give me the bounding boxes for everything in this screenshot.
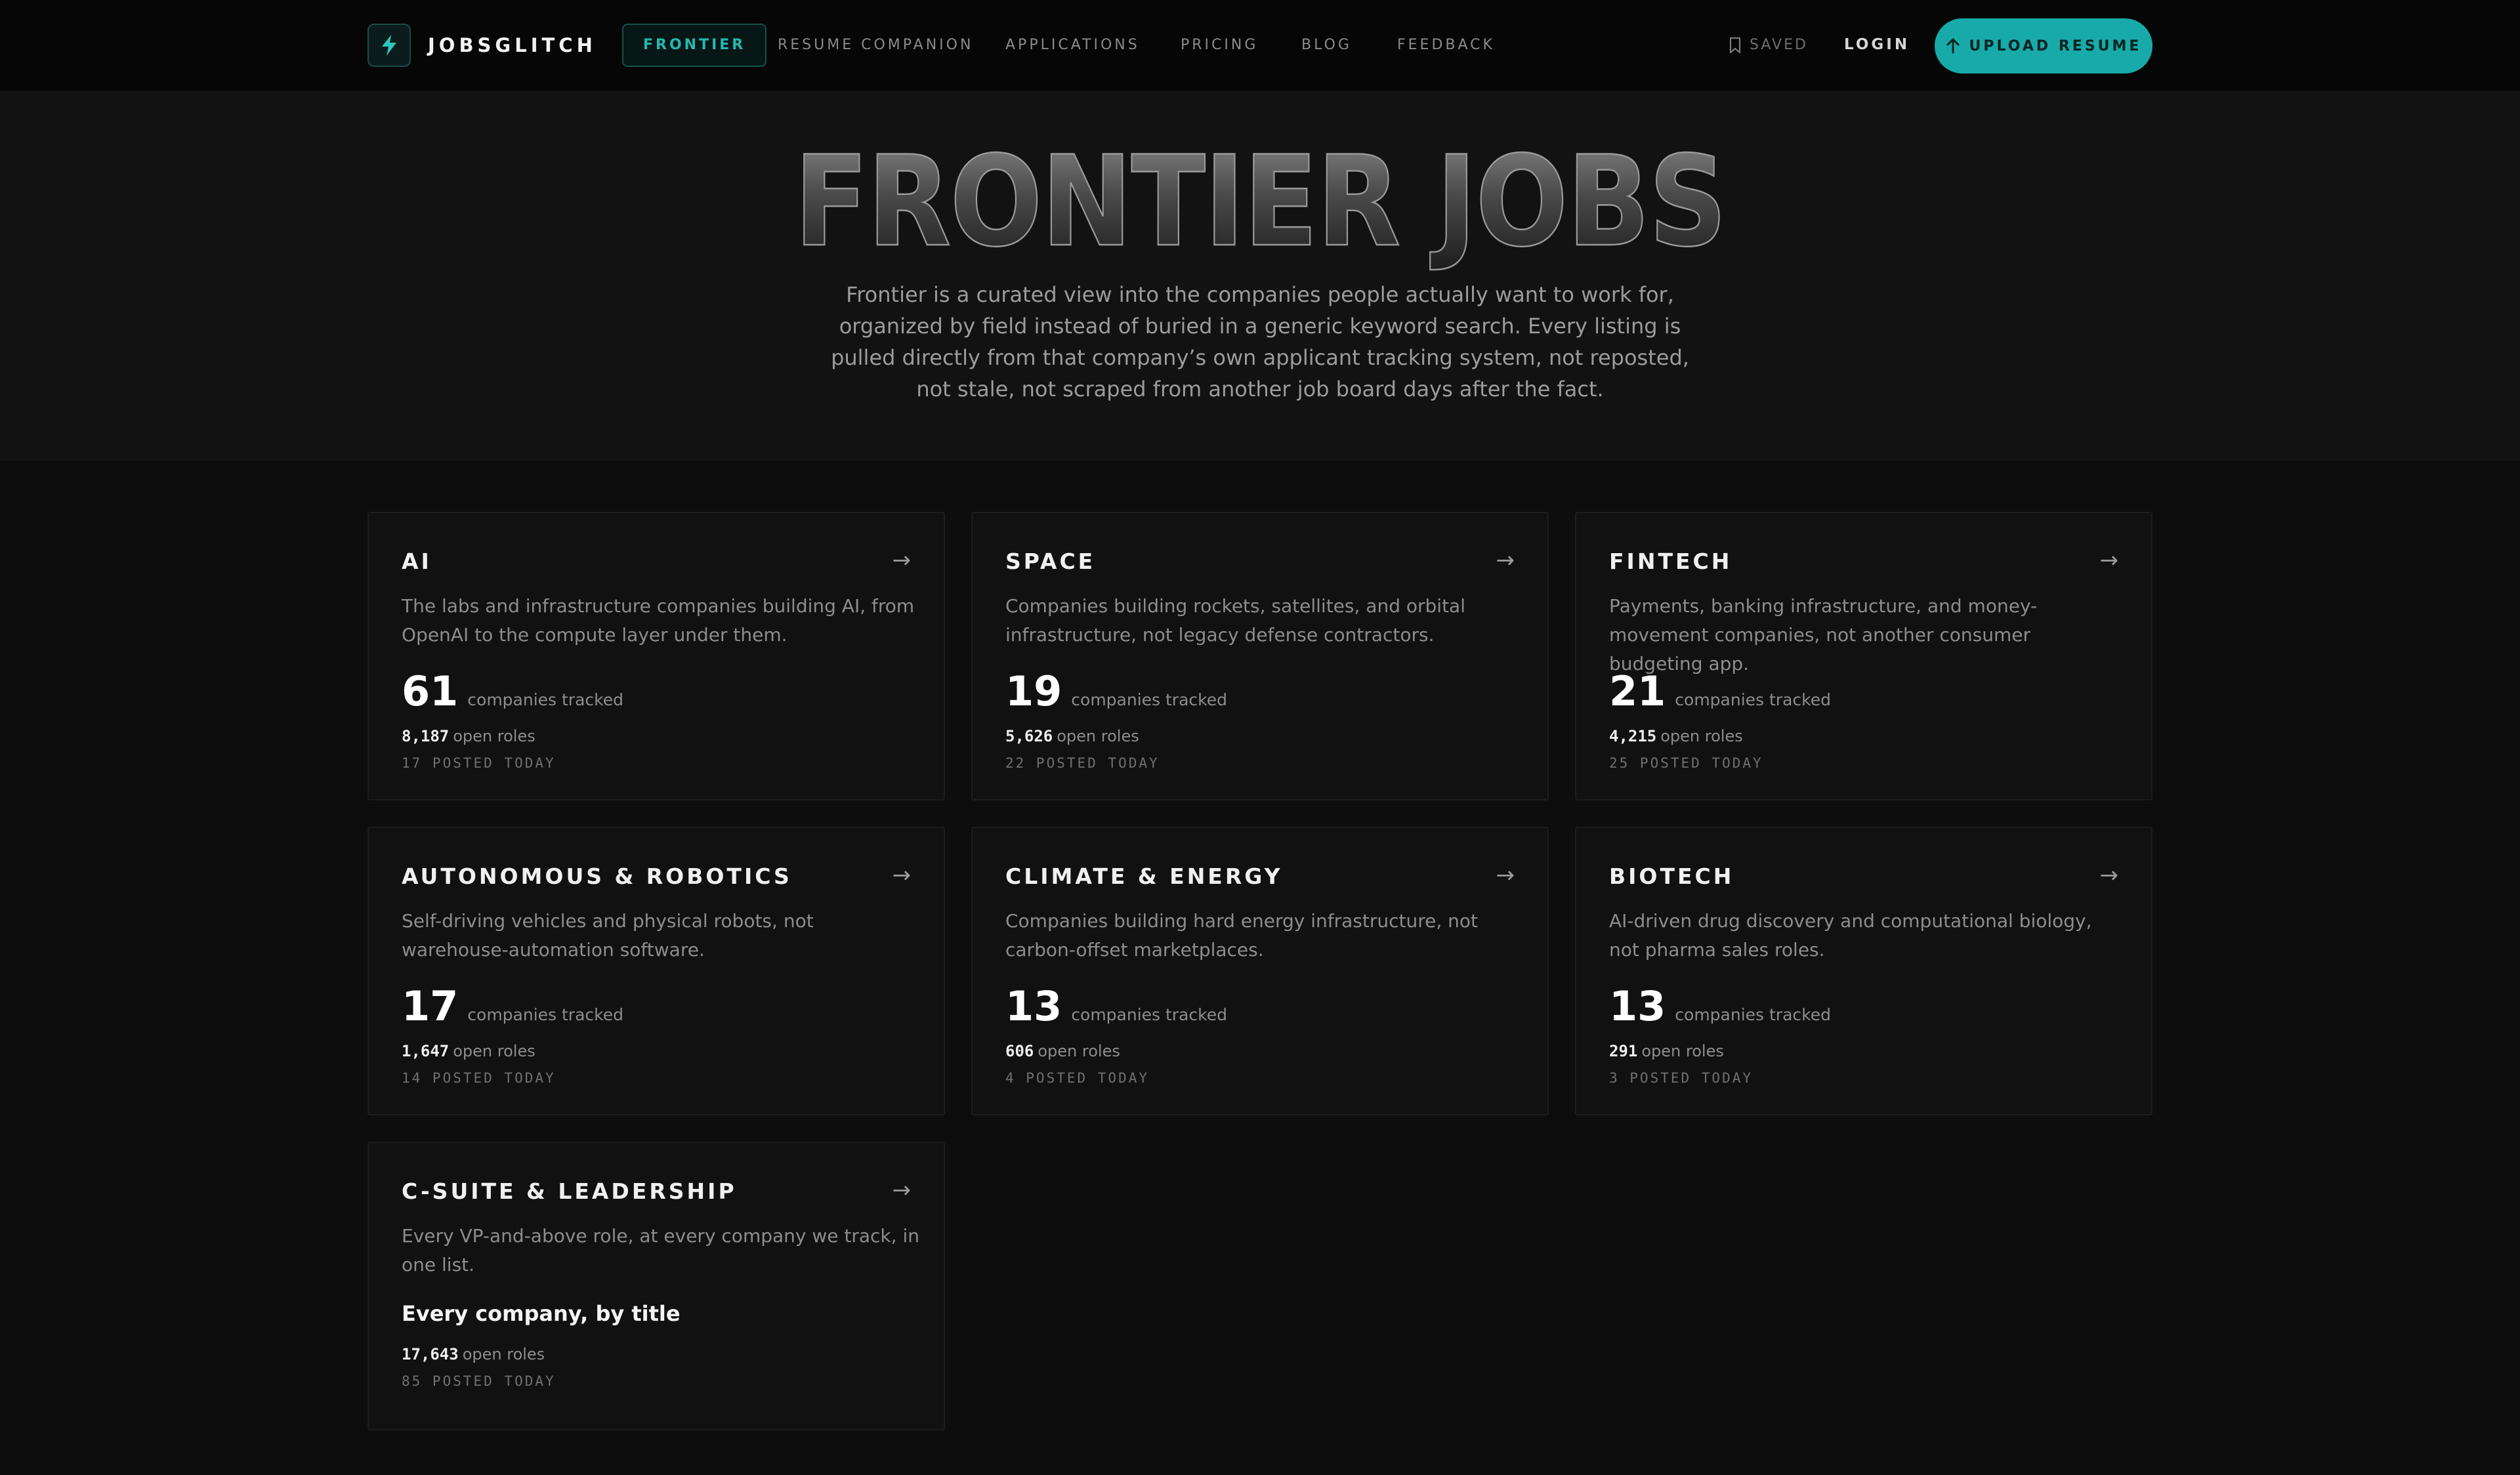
card-roles-stat: 291 open roles — [1609, 1041, 1724, 1062]
login-link[interactable]: LOGIN — [1844, 34, 1910, 55]
companies-label: companies tracked — [1071, 1005, 1227, 1024]
lightning-bolt-icon — [382, 35, 396, 56]
card-description: The labs and infrastructure companies bu… — [402, 595, 915, 646]
open-roles-count: 4,215 — [1609, 727, 1657, 745]
posted-today: 3 POSTED TODAY — [1609, 1070, 1754, 1086]
companies-label: companies tracked — [1675, 1005, 1831, 1024]
open-roles-label: open roles — [462, 1345, 545, 1363]
hero-description: Frontier is a curated view into the comp… — [831, 282, 1689, 402]
posted-today: 22 POSTED TODAY — [1005, 755, 1160, 771]
arrow-right-icon: → — [1496, 547, 1515, 573]
card-description: Companies building hard energy infrastru… — [1005, 910, 1479, 961]
card-roles-stat: 8,187 open roles — [402, 726, 536, 747]
card-description: Payments, banking infrastructure, and mo… — [1609, 595, 2038, 675]
saved-label: SAVED — [1750, 37, 1808, 53]
posted-today: 14 POSTED TODAY — [402, 1070, 556, 1086]
card-title: BIOTECH — [1609, 863, 1734, 889]
card-title: C-SUITE & LEADERSHIP — [402, 1178, 737, 1204]
open-roles-count: 291 — [1609, 1042, 1638, 1060]
card-subtitle: Every company, by title — [402, 1299, 681, 1328]
open-roles-count: 1,647 — [402, 1042, 450, 1060]
category-card-biotech[interactable]: BIOTECH → AI-driven drug discovery and c… — [1575, 827, 2152, 1115]
card-roles-stat: 1,647 open roles — [402, 1041, 536, 1062]
card-title: CLIMATE & ENERGY — [1005, 863, 1283, 889]
card-companies-stat: 19 companies tracked — [1005, 669, 1227, 715]
card-roles-stat: 5,626 open roles — [1005, 726, 1139, 747]
card-roles-stat: 606 open roles — [1005, 1041, 1120, 1062]
card-description: Every VP-and-above role, at every compan… — [402, 1225, 919, 1276]
upload-resume-button[interactable]: UPLOAD RESUME — [1935, 18, 2152, 73]
open-roles-count: 8,187 — [402, 727, 450, 745]
arrow-up-icon — [1946, 38, 1960, 54]
brand-name[interactable]: JOBSGLITCH — [428, 33, 597, 58]
nav-link-pricing[interactable]: PRICING — [1181, 35, 1258, 55]
arrow-right-icon: → — [1496, 862, 1515, 888]
companies-count: 13 — [1609, 982, 1666, 1030]
upload-resume-label: UPLOAD RESUME — [1969, 37, 2142, 54]
card-title: AI — [402, 549, 432, 574]
open-roles-count: 17,643 — [402, 1345, 459, 1363]
companies-label: companies tracked — [467, 690, 623, 709]
category-card-fintech[interactable]: FINTECH → Payments, banking infrastructu… — [1575, 512, 2152, 800]
companies-count: 61 — [402, 667, 459, 715]
card-companies-stat: 21 companies tracked — [1609, 669, 1831, 715]
nav-link-blog[interactable]: BLOG — [1301, 35, 1352, 55]
arrow-right-icon: → — [2099, 547, 2119, 573]
open-roles-count: 606 — [1005, 1042, 1034, 1060]
open-roles-label: open roles — [453, 1042, 536, 1060]
nav-link-feedback[interactable]: FEEDBACK — [1397, 35, 1495, 55]
arrow-right-icon: → — [2099, 862, 2119, 888]
hero-title: FRONTIER JOBS — [793, 129, 1729, 272]
category-card-ai[interactable]: AI → The labs and infrastructure compani… — [368, 512, 945, 800]
posted-today: 85 POSTED TODAY — [402, 1373, 556, 1389]
card-companies-stat: 61 companies tracked — [402, 669, 623, 715]
open-roles-label: open roles — [1660, 727, 1743, 745]
open-roles-label: open roles — [1057, 727, 1139, 745]
nav-link-frontier[interactable]: FRONTIER — [622, 24, 767, 67]
card-description: Self-driving vehicles and physical robot… — [402, 910, 814, 961]
category-card-space[interactable]: SPACE → Companies building rockets, sate… — [971, 512, 1549, 800]
companies-label: companies tracked — [1071, 690, 1227, 709]
top-nav: JOBSGLITCH FRONTIER RESUME COMPANION APP… — [0, 0, 2520, 92]
card-title: FINTECH — [1609, 549, 1732, 574]
open-roles-label: open roles — [1038, 1042, 1120, 1060]
card-title: SPACE — [1005, 549, 1096, 574]
card-companies-stat: 13 companies tracked — [1609, 984, 1831, 1029]
card-companies-stat: 17 companies tracked — [402, 984, 623, 1029]
category-card-climate-energy[interactable]: CLIMATE & ENERGY → Companies building ha… — [971, 827, 1549, 1115]
svg-text:FRONTIER JOBS: FRONTIER JOBS — [794, 129, 1726, 272]
open-roles-label: open roles — [1641, 1042, 1724, 1060]
open-roles-label: open roles — [453, 727, 536, 745]
arrow-right-icon: → — [892, 547, 912, 573]
category-card-c-suite-leadership[interactable]: C-SUITE & LEADERSHIP → Every VP-and-abov… — [368, 1142, 945, 1430]
companies-label: companies tracked — [467, 1005, 623, 1024]
card-roles-stat: 4,215 open roles — [1609, 726, 1743, 747]
companies-label: companies tracked — [1675, 690, 1831, 709]
card-description: Companies building rockets, satellites, … — [1005, 595, 1465, 646]
card-companies-stat: 13 companies tracked — [1005, 984, 1227, 1029]
companies-count: 13 — [1005, 982, 1062, 1030]
card-roles-stat: 17,643 open roles — [402, 1344, 545, 1365]
card-subtitle-text: Every company, by title — [402, 1301, 681, 1326]
saved-link[interactable]: SAVED — [1729, 35, 1808, 55]
companies-count: 21 — [1609, 667, 1666, 715]
arrow-right-icon: → — [892, 1177, 912, 1203]
companies-count: 17 — [402, 982, 459, 1030]
companies-count: 19 — [1005, 667, 1062, 715]
nav-link-applications[interactable]: APPLICATIONS — [1005, 35, 1140, 55]
bookmark-icon — [1729, 37, 1741, 54]
nav-link-resume-companion[interactable]: RESUME COMPANION — [778, 35, 973, 55]
posted-today: 25 POSTED TODAY — [1609, 755, 1763, 771]
open-roles-count: 5,626 — [1005, 727, 1053, 745]
arrow-right-icon: → — [892, 862, 912, 888]
logo[interactable] — [368, 24, 411, 67]
card-description: AI-driven drug discovery and computation… — [1609, 910, 2092, 961]
card-title: AUTONOMOUS & ROBOTICS — [402, 863, 792, 889]
category-card-autonomous-robotics[interactable]: AUTONOMOUS & ROBOTICS → Self-driving veh… — [368, 827, 945, 1115]
posted-today: 4 POSTED TODAY — [1005, 1070, 1150, 1086]
posted-today: 17 POSTED TODAY — [402, 755, 556, 771]
